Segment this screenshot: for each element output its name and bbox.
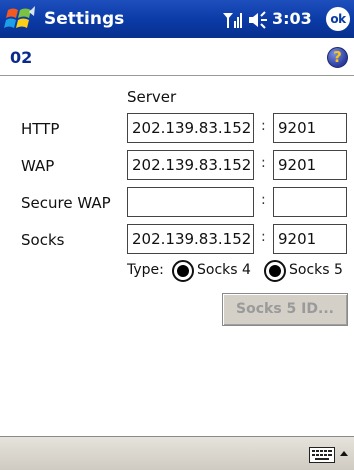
server-column-header: Server xyxy=(127,88,177,106)
socks-label: Socks xyxy=(21,231,65,249)
help-icon[interactable]: ? xyxy=(327,47,348,68)
volume-icon[interactable] xyxy=(247,11,269,29)
wap-label: WAP xyxy=(21,157,55,175)
app-title: Settings xyxy=(44,9,125,29)
socks4-radio[interactable] xyxy=(172,260,194,282)
socks-server-input[interactable]: 202.139.83.152 xyxy=(127,224,254,254)
clock[interactable]: 3:03 xyxy=(272,9,312,28)
type-label: Type: xyxy=(127,262,164,278)
ok-button[interactable]: ok xyxy=(326,7,350,31)
keyboard-icon[interactable] xyxy=(309,447,335,463)
sip-arrow-up-icon[interactable] xyxy=(339,447,349,461)
socks-port-input[interactable]: 9201 xyxy=(273,224,347,254)
secure-wap-port-input[interactable] xyxy=(273,187,347,217)
page-title: 02 xyxy=(10,48,33,67)
wap-port-input[interactable]: 9201 xyxy=(273,150,347,180)
secure-wap-label: Secure WAP xyxy=(21,194,111,212)
page-header: 02 ? xyxy=(0,38,354,76)
http-server-input[interactable]: 202.139.83.152 xyxy=(127,113,254,143)
radio-selected-dot xyxy=(177,265,189,277)
windows-start-icon[interactable] xyxy=(4,4,36,34)
http-port-input[interactable]: 9201 xyxy=(273,113,347,143)
wap-server-input[interactable]: 202.139.83.152 xyxy=(127,150,254,180)
secure-wap-server-input[interactable] xyxy=(127,187,254,217)
signal-icon[interactable] xyxy=(222,11,244,29)
radio-selected-dot xyxy=(269,265,281,277)
socks5-radio-label[interactable]: Socks 5 xyxy=(289,262,343,278)
socks5-radio[interactable] xyxy=(264,260,286,282)
socks5-id-button[interactable]: Socks 5 ID... xyxy=(222,293,348,326)
socks4-radio-label[interactable]: Socks 4 xyxy=(197,262,251,278)
http-label: HTTP xyxy=(21,120,60,138)
title-bar: Settings 3:03 ok xyxy=(0,0,354,38)
secure-wap-separator: : xyxy=(261,192,266,208)
menu-bar xyxy=(0,436,354,470)
wap-separator: : xyxy=(261,155,266,171)
http-separator: : xyxy=(261,118,266,134)
socks-separator: : xyxy=(261,229,266,245)
